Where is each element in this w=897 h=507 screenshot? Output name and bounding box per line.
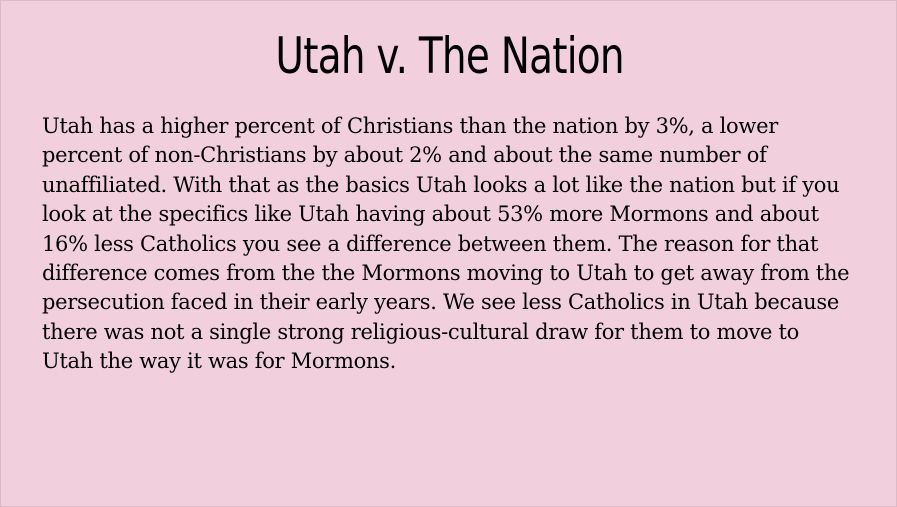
slide-body-text: Utah has a higher percent of Christians … — [42, 114, 850, 374]
slide: Utah v. The Nation Utah has a higher per… — [0, 0, 897, 507]
slide-title: Utah v. The Nation — [275, 27, 624, 85]
